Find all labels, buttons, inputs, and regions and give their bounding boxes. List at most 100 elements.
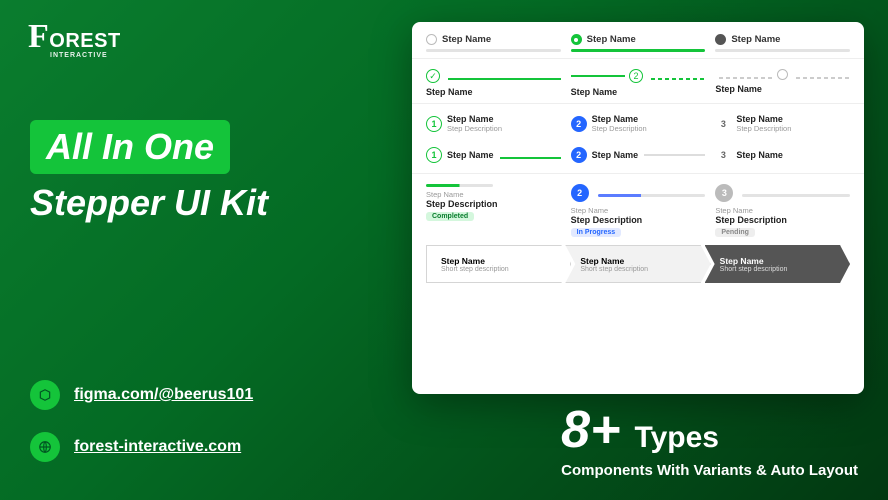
status-chip-pending: Pending <box>715 228 755 237</box>
headline: All In One Stepper UI Kit <box>30 120 268 224</box>
step-desc: Step Description <box>447 124 502 133</box>
step-name: Step Name <box>736 150 783 160</box>
num-step-plain[interactable]: 3 Step NameStep Description <box>715 110 850 137</box>
num-line-plain[interactable]: 3 Step Name <box>715 143 850 167</box>
status-step-completed[interactable]: Step Name Step Description Completed <box>426 180 561 237</box>
progress-line <box>426 184 493 187</box>
status-chip-progress: In Progress <box>571 228 622 237</box>
step-label: Step Name <box>731 34 780 45</box>
arrow-step[interactable]: Step Name Short step description <box>426 245 571 283</box>
solid-line <box>644 154 705 156</box>
progress-line <box>426 49 561 52</box>
brand-logo: FOREST INTERACTIVE <box>28 18 121 59</box>
logo-letter: F <box>28 18 49 55</box>
arrow-step-desc: Short step description <box>720 266 849 273</box>
progress-line <box>715 49 850 52</box>
check-line-upcoming[interactable]: Step Name <box>715 65 850 97</box>
arrow-step-desc: Short step description <box>580 266 709 273</box>
figma-icon <box>30 380 60 410</box>
divider <box>412 103 864 104</box>
logo-subtitle: INTERACTIVE <box>50 52 121 59</box>
types-subtitle: Components With Variants & Auto Layout <box>561 462 858 479</box>
step-number-badge: 2 <box>571 184 589 202</box>
num-step-outline[interactable]: 1 Step NameStep Description <box>426 110 561 137</box>
numbered-desc-row: 1Step NameStep Description 2Step NameSte… <box>426 110 850 137</box>
num-line-outline[interactable]: 1 Step Name <box>426 143 561 167</box>
solid-line <box>448 78 561 80</box>
dashed-line <box>719 77 773 79</box>
progress-line <box>598 194 706 197</box>
status-step-pending[interactable]: 3 Step Name Step Description Pending <box>715 180 850 237</box>
header-step-default[interactable]: Step Name <box>426 34 561 52</box>
step-name: Step Name <box>592 150 639 160</box>
status-row: Step Name Step Description Completed 2 S… <box>426 180 850 237</box>
logo-word: OREST <box>49 30 120 52</box>
link-figma-text: figma.com/@beerus101 <box>74 386 253 404</box>
arrow-step[interactable]: Step Name Short step description <box>565 245 710 283</box>
types-word: Types <box>634 421 718 455</box>
link-figma[interactable]: figma.com/@beerus101 <box>30 380 253 410</box>
step-desc: Step Description <box>736 124 791 133</box>
divider <box>412 58 864 59</box>
link-site[interactable]: forest-interactive.com <box>30 432 253 462</box>
step-label: Step Name <box>587 34 636 45</box>
links: figma.com/@beerus101 forest-interactive.… <box>30 380 253 462</box>
step-number-badge: 2 <box>571 116 587 132</box>
header-steps-row: Step Name Step Name Step Name <box>426 34 850 52</box>
arrow-stepper: Step Name Short step description Step Na… <box>426 245 850 283</box>
headline-subtitle: Stepper UI Kit <box>30 182 268 224</box>
types-count: 8+ <box>561 400 620 460</box>
progress-line <box>742 194 850 197</box>
step-label: Step Name <box>426 87 561 97</box>
types-callout: 8+ Types Components With Variants & Auto… <box>561 400 858 479</box>
step-number-badge: 3 <box>715 116 731 132</box>
step-desc: Step Description <box>571 215 706 225</box>
step-ring-icon: 2 <box>629 69 643 83</box>
step-desc: Step Description <box>426 199 561 209</box>
arrow-step-name: Step Name <box>720 256 849 266</box>
step-name: Step Name <box>447 150 494 160</box>
arrow-step-name: Step Name <box>580 256 709 266</box>
step-number-badge: 2 <box>571 147 587 163</box>
step-number-badge: 1 <box>426 147 442 163</box>
arrow-step-name: Step Name <box>441 256 570 266</box>
link-site-text: forest-interactive.com <box>74 438 241 456</box>
status-step-progress[interactable]: 2 Step Name Step Description In Progress <box>571 180 706 237</box>
headline-badge: All In One <box>30 120 230 174</box>
header-step-done[interactable]: Step Name <box>715 34 850 52</box>
step-label: Step Name <box>715 84 850 94</box>
step-desc: Step Description <box>715 215 850 225</box>
check-icon: ✓ <box>426 69 440 83</box>
status-chip-completed: Completed <box>426 212 474 221</box>
step-number-badge: 3 <box>715 184 733 202</box>
num-step-filled[interactable]: 2 Step NameStep Description <box>571 110 706 137</box>
arrow-step-active[interactable]: Step Name Short step description <box>705 245 850 283</box>
radio-active-icon <box>571 34 582 45</box>
step-label: Step Name <box>571 87 706 97</box>
step-number-badge: 3 <box>715 147 731 163</box>
globe-icon <box>30 432 60 462</box>
radio-empty-icon <box>426 34 437 45</box>
step-label: Step Name <box>442 34 491 45</box>
check-line-current[interactable]: 2 Step Name <box>571 65 706 97</box>
step-name: Step Name <box>592 114 647 124</box>
step-name: Step Name <box>571 206 706 215</box>
progress-line <box>571 49 706 52</box>
dashed-line <box>651 78 705 80</box>
check-line-row: ✓ Step Name 2 Step Name Step Name <box>426 65 850 97</box>
arrow-step-desc: Short step description <box>441 266 570 273</box>
num-line-filled[interactable]: 2 Step Name <box>571 143 706 167</box>
step-name: Step Name <box>447 114 502 124</box>
step-name: Step Name <box>736 114 791 124</box>
step-number-badge: 1 <box>426 116 442 132</box>
radio-done-icon <box>715 34 726 45</box>
numbered-line-row: 1 Step Name 2 Step Name 3 Step Name <box>426 143 850 167</box>
circle-icon <box>777 69 788 80</box>
header-step-active[interactable]: Step Name <box>571 34 706 52</box>
divider <box>412 173 864 174</box>
step-name: Step Name <box>426 190 561 199</box>
step-desc: Step Description <box>592 124 647 133</box>
check-line-completed[interactable]: ✓ Step Name <box>426 65 561 97</box>
solid-line <box>571 75 625 77</box>
ui-kit-preview-card: Step Name Step Name Step Name ✓ Step Nam… <box>412 22 864 394</box>
